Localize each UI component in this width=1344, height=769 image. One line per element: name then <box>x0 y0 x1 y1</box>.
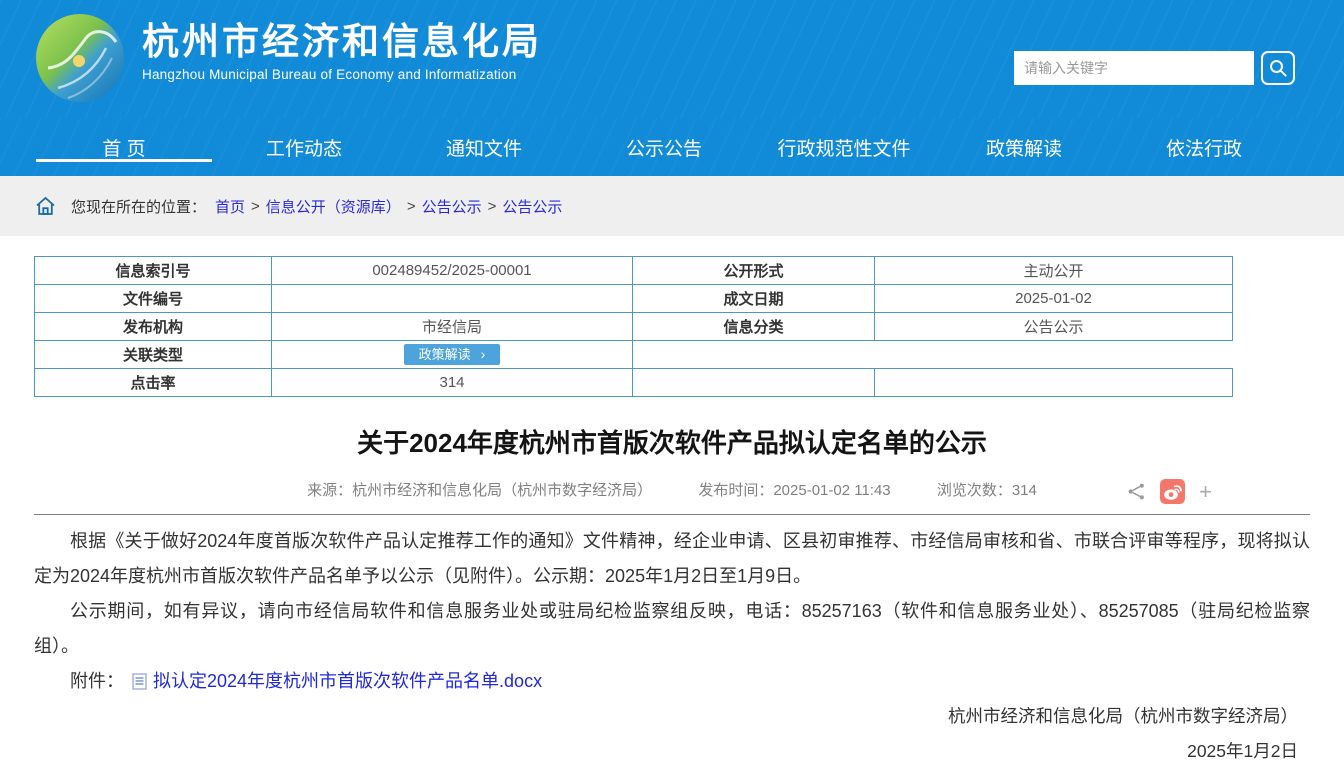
search-input[interactable] <box>1014 51 1254 85</box>
meta-publish-time: 发布时间：2025-01-02 11:43 <box>698 482 890 499</box>
site-title: 杭州市经济和信息化局 <box>142 20 542 64</box>
info-label-index-number: 信息索引号 <box>35 257 272 285</box>
info-label-issuing-agency: 发布机构 <box>35 313 272 341</box>
info-table-row: 点击率 314 <box>35 369 1233 397</box>
weibo-share-icon[interactable] <box>1160 479 1185 504</box>
site-title-block: 杭州市经济和信息化局 Hangzhou Municipal Bureau of … <box>142 20 542 82</box>
article-meta-bar: 来源：杭州市经济和信息化局（杭州市数字经济局） 发布时间：2025-01-02 … <box>34 478 1310 504</box>
breadcrumb: 您现在所在的位置： 首页 > 信息公开（资源库） > 公告公示 > 公告公示 <box>0 176 1344 236</box>
meta-view-count-label: 浏览次数： <box>937 482 1012 499</box>
info-label-issue-date: 成文日期 <box>633 285 875 313</box>
meta-source-label: 来源： <box>307 482 352 499</box>
meta-publish-time-label: 发布时间： <box>698 482 773 499</box>
share-icons: + <box>1127 479 1212 504</box>
info-value-related-type: 政策解读 › <box>272 341 633 369</box>
info-value-document-number <box>272 285 633 313</box>
nav-item-notice-documents[interactable]: 通知文件 <box>394 118 574 176</box>
breadcrumb-link-announcements-2[interactable]: 公告公示 <box>502 196 562 217</box>
article-content: 信息索引号 002489452/2025-00001 公开形式 主动公开 文件编… <box>0 256 1344 769</box>
breadcrumb-separator: > <box>407 198 416 215</box>
nav-item-regulatory-documents[interactable]: 行政规范性文件 <box>754 118 934 176</box>
search-bar <box>1014 51 1295 85</box>
meta-view-count-value: 314 <box>1012 482 1037 499</box>
info-label-empty <box>633 369 875 397</box>
info-table-row: 关联类型 政策解读 › <box>35 341 1233 369</box>
nav-item-home[interactable]: 首 页 <box>34 118 214 176</box>
page: 杭州市经济和信息化局 Hangzhou Municipal Bureau of … <box>0 0 1344 769</box>
home-icon[interactable] <box>34 195 57 217</box>
breadcrumb-link-announcements[interactable]: 公告公示 <box>422 196 482 217</box>
nav-item-work-news[interactable]: 工作动态 <box>214 118 394 176</box>
chevron-right-icon: › <box>481 348 486 361</box>
breadcrumb-link-home[interactable]: 首页 <box>215 196 245 217</box>
info-label-document-number: 文件编号 <box>35 285 272 313</box>
site-header: 杭州市经济和信息化局 Hangzhou Municipal Bureau of … <box>0 0 1344 118</box>
search-button[interactable] <box>1261 51 1295 85</box>
info-value-disclosure-form: 主动公开 <box>875 257 1233 285</box>
main-nav: 首 页 工作动态 通知文件 公示公告 行政规范性文件 政策解读 依法行政 <box>0 118 1344 176</box>
article-title: 关于2024年度杭州市首版次软件产品拟认定名单的公示 <box>34 427 1310 459</box>
breadcrumb-label: 您现在所在的位置： <box>71 196 206 217</box>
more-share-icon[interactable]: + <box>1199 481 1212 503</box>
info-value-click-rate: 314 <box>272 369 633 397</box>
nav-item-public-announcements[interactable]: 公示公告 <box>574 118 754 176</box>
document-info-table: 信息索引号 002489452/2025-00001 公开形式 主动公开 文件编… <box>34 256 1233 397</box>
attachment-line: 附件： 拟认定2024年度杭州市首版次软件产品名单.docx <box>34 664 1310 699</box>
info-value-issue-date: 2025-01-02 <box>875 285 1233 313</box>
nav-item-policy-interpretation[interactable]: 政策解读 <box>934 118 1114 176</box>
share-icon[interactable] <box>1127 482 1146 501</box>
signature-agency: 杭州市经济和信息化局（杭州市数字经济局） <box>34 699 1310 734</box>
article-paragraph-1: 根据《关于做好2024年度首版次软件产品认定推荐工作的通知》文件精神，经企业申请… <box>34 524 1310 594</box>
word-document-icon <box>132 673 147 690</box>
breadcrumb-link-info-disclosure[interactable]: 信息公开（资源库） <box>266 196 401 217</box>
info-label-click-rate: 点击率 <box>35 369 272 397</box>
meta-divider <box>34 514 1310 515</box>
info-table-row: 文件编号 成文日期 2025-01-02 <box>35 285 1233 313</box>
site-subtitle: Hangzhou Municipal Bureau of Economy and… <box>142 67 542 82</box>
attachment-label: 附件： <box>70 664 124 699</box>
breadcrumb-separator: > <box>251 198 260 215</box>
signature-date: 2025年1月2日 <box>34 734 1310 769</box>
meta-view-count: 浏览次数：314 <box>937 482 1037 499</box>
article-paragraph-2: 公示期间，如有异议，请向市经信局软件和信息服务业处或驻局纪检监察组反映，电话：8… <box>34 594 1310 664</box>
info-label-info-category: 信息分类 <box>633 313 875 341</box>
info-value-empty-merged <box>633 341 1233 369</box>
info-table-row: 发布机构 市经信局 信息分类 公告公示 <box>35 313 1233 341</box>
nav-item-law-based-administration[interactable]: 依法行政 <box>1114 118 1294 176</box>
info-label-related-type: 关联类型 <box>35 341 272 369</box>
breadcrumb-separator: > <box>488 198 497 215</box>
attachment-link[interactable]: 拟认定2024年度杭州市首版次软件产品名单.docx <box>153 664 542 699</box>
info-table-row: 信息索引号 002489452/2025-00001 公开形式 主动公开 <box>35 257 1233 285</box>
info-value-issuing-agency: 市经信局 <box>272 313 633 341</box>
info-value-index-number: 002489452/2025-00001 <box>272 257 633 285</box>
info-value-empty <box>875 369 1233 397</box>
meta-publish-time-value: 2025-01-02 11:43 <box>773 482 890 499</box>
site-logo-icon <box>34 12 126 104</box>
policy-interpretation-button-label: 政策解读 <box>419 347 471 362</box>
meta-source-value: 杭州市经济和信息化局（杭州市数字经济局） <box>352 482 652 499</box>
search-icon <box>1268 58 1288 78</box>
meta-source: 来源：杭州市经济和信息化局（杭州市数字经济局） <box>307 482 652 499</box>
info-label-disclosure-form: 公开形式 <box>633 257 875 285</box>
info-value-info-category: 公告公示 <box>875 313 1233 341</box>
policy-interpretation-button[interactable]: 政策解读 › <box>404 344 501 365</box>
